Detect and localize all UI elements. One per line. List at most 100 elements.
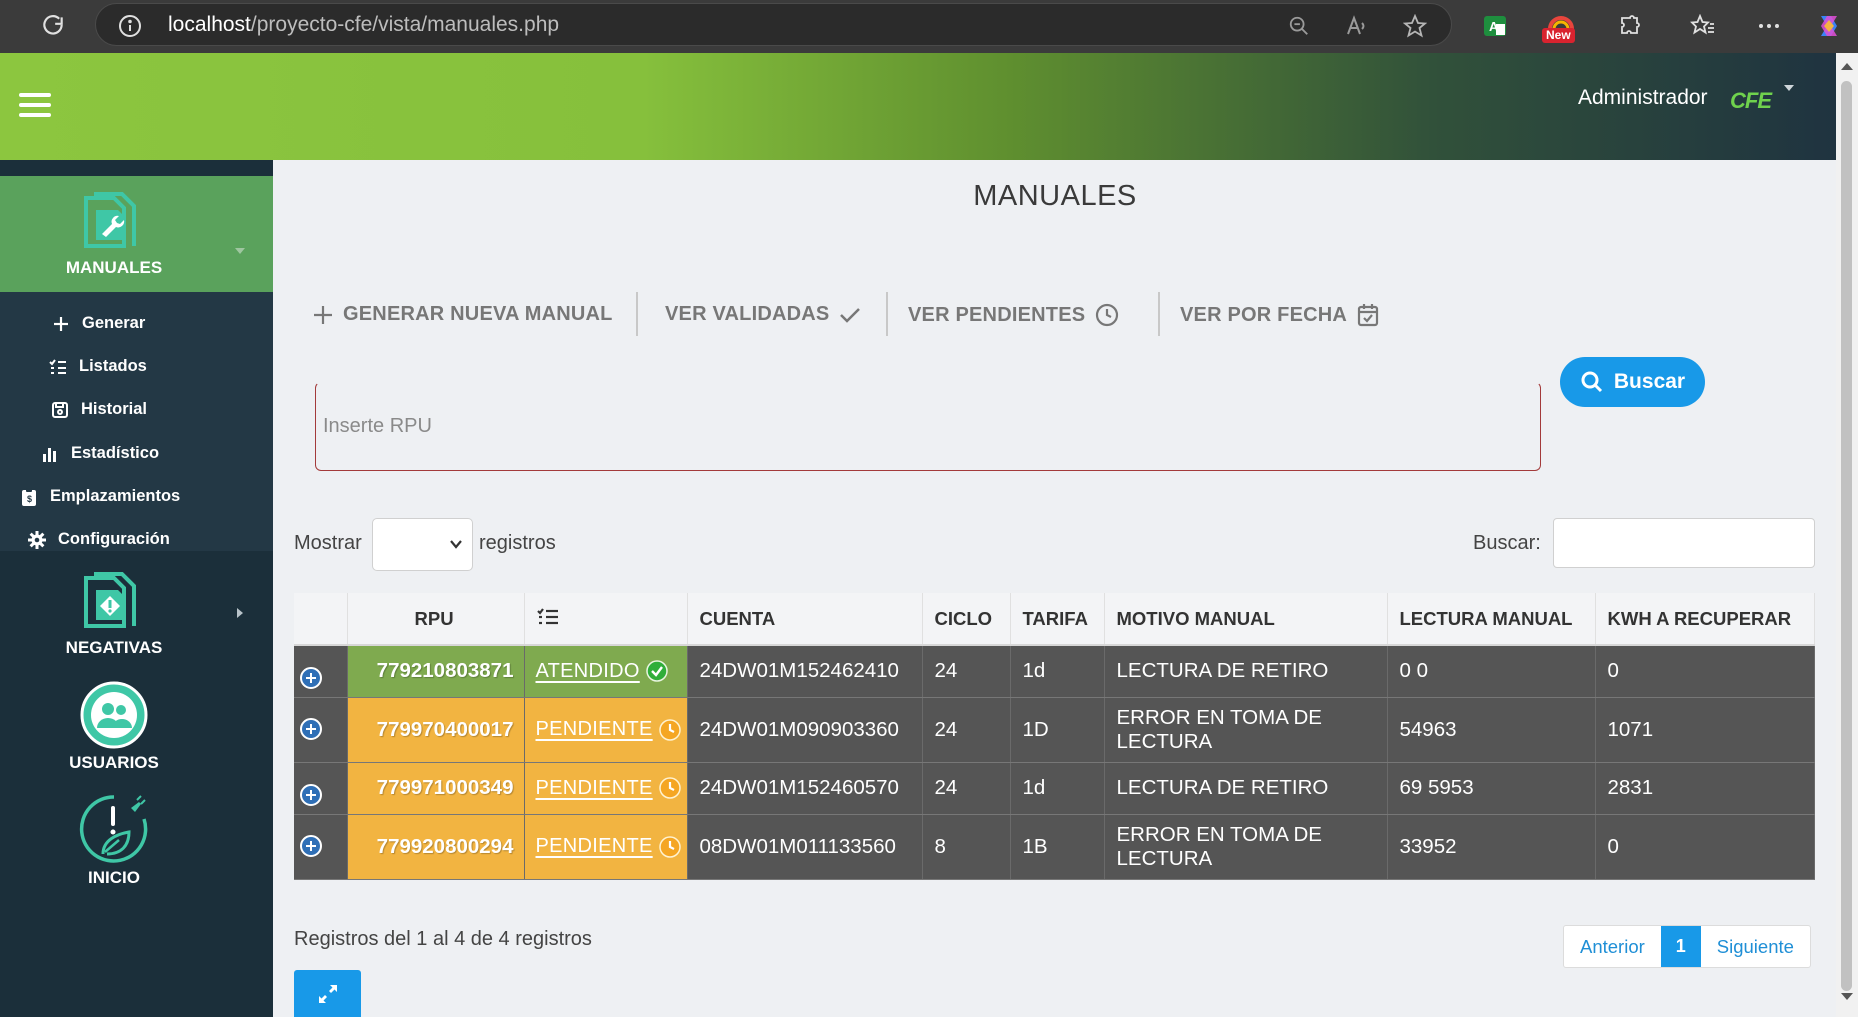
user-menu-caret-icon[interactable] [1784,85,1794,91]
cuenta-cell: 24DW01M090903360 [687,697,923,763]
table-row[interactable]: 779970400017 PENDIENTE 24DW01M090903360 … [294,697,1815,763]
expand-row-icon[interactable] [300,783,322,806]
bar-chart-icon [41,445,59,463]
expand-column-header [294,593,348,646]
address-bar[interactable]: localhost/proyecto-cfe/vista/manuales.ph… [95,3,1452,46]
table-filter-input[interactable] [1553,518,1815,568]
expand-row-icon[interactable] [300,666,322,689]
save-icon [51,401,69,419]
sidebar-item-configuracion[interactable]: Configuración [28,530,170,549]
ver-por-fecha-link[interactable]: VER POR FECHA [1180,303,1379,327]
list-icon [49,358,67,376]
svg-text:$: $ [27,494,32,504]
tarifa-cell: 1d [1010,762,1105,815]
negativas-warning-icon [82,572,140,630]
translate-extension-icon[interactable]: A [1478,9,1512,43]
sidebar-item-listados[interactable]: Listados [49,357,147,376]
url-text[interactable]: localhost/proyecto-cfe/vista/manuales.ph… [168,13,559,37]
column-header-tarifa[interactable]: TARIFA [1010,593,1105,646]
expand-row-icon[interactable] [300,717,322,740]
hamburger-menu-icon[interactable] [19,93,51,119]
scroll-down-arrow-icon[interactable] [1841,993,1853,1000]
sidebar-item-emplazamientos[interactable]: $ Emplazamientos [20,487,180,506]
info-icon[interactable] [118,14,142,38]
expand-cell [294,762,348,815]
pagination-page-1[interactable]: 1 [1660,926,1701,967]
scroll-up-arrow-icon[interactable] [1841,63,1853,70]
motivo-cell: LECTURA DE RETIRO [1104,645,1388,698]
user-name[interactable]: Administrador [1578,86,1708,110]
column-header-cuenta[interactable]: CUENTA [687,593,923,646]
status-label[interactable]: PENDIENTE [536,718,653,741]
kwh-cell: 1071 [1595,697,1815,763]
favorites-list-icon[interactable] [1686,9,1720,43]
status-label[interactable]: PENDIENTE [536,835,653,858]
rpu-search-input[interactable] [315,382,1541,471]
table-row[interactable]: 779920800294 PENDIENTE 08DW01M011133560 … [294,814,1815,880]
column-header-kwh[interactable]: KWH A RECUPERAR [1595,593,1815,646]
expand-fullscreen-button[interactable] [294,970,361,1017]
generar-nueva-manual-label: GENERAR NUEVA MANUAL [343,303,613,325]
status-cell[interactable]: PENDIENTE [524,762,688,815]
sidebar-item-historial[interactable]: Historial [51,400,147,419]
expand-cell [294,697,348,763]
zoom-icon[interactable] [1286,13,1312,39]
url-host: localhost [168,13,251,36]
reload-icon[interactable] [36,9,70,43]
column-header-lectura[interactable]: LECTURA MANUAL [1387,593,1596,646]
ver-por-fecha-label: VER POR FECHA [1180,303,1348,326]
plus-icon [52,315,70,333]
sidebar-item-generar[interactable]: Generar [52,314,145,333]
status-cell[interactable]: ATENDIDO [524,645,688,698]
status-cell[interactable]: PENDIENTE [524,697,688,763]
sidebar-item-negativas[interactable]: NEGATIVAS [0,560,273,670]
rpu-cell: 779210803871 [347,645,525,698]
negativas-caret-icon [237,608,243,618]
column-header-status[interactable] [524,593,688,646]
buscar-button[interactable]: Buscar [1560,357,1705,407]
table-row[interactable]: 779971000349 PENDIENTE 24DW01M152460570 … [294,762,1815,815]
lectura-cell: 0 0 [1387,645,1596,698]
more-menu-icon[interactable] [1752,9,1786,43]
sidebar-item-usuarios[interactable]: USUARIOS [0,680,273,790]
copilot-icon[interactable] [1812,9,1846,43]
page-scrollbar[interactable] [1836,53,1858,1017]
column-header-rpu[interactable]: RPU [347,593,525,646]
sidebar-item-estadistico[interactable]: Estadístico [41,444,159,463]
rpu-cell: 779971000349 [347,762,525,815]
ver-pendientes-link[interactable]: VER PENDIENTES [908,303,1119,327]
cuenta-cell: 24DW01M152462410 [687,645,923,698]
kwh-cell: 2831 [1595,762,1815,815]
buscar-button-label: Buscar [1613,370,1686,393]
generar-nueva-manual-link[interactable]: GENERAR NUEVA MANUAL [313,303,613,326]
column-header-ciclo[interactable]: CICLO [922,593,1011,646]
status-cell[interactable]: PENDIENTE [524,814,688,880]
action-divider [636,292,638,336]
tarifa-cell: 1D [1010,697,1105,763]
status-list-icon [536,608,558,625]
length-prefix-label: Mostrar [294,532,362,554]
manuales-table: RPU CUENTA CICLO TARIFA MOTIVO MANUAL LE… [294,593,1815,880]
cuenta-cell: 08DW01M011133560 [687,814,923,880]
status-label[interactable]: PENDIENTE [536,777,653,800]
clock-pending-icon [658,718,681,741]
pagination-next-button[interactable]: Siguiente [1701,926,1810,967]
column-header-motivo[interactable]: MOTIVO MANUAL [1104,593,1388,646]
ver-validadas-link[interactable]: VER VALIDADAS [665,303,861,326]
status-label[interactable]: ATENDIDO [536,660,640,683]
scroll-thumb[interactable] [1841,81,1852,991]
sidebar-item-manuales[interactable]: MANUALES [0,176,273,292]
eco-energy-icon [79,794,149,864]
table-info-text: Registros del 1 al 4 de 4 registros [294,928,592,950]
pagination-previous-button[interactable]: Anterior [1564,926,1661,967]
expand-row-icon[interactable] [300,834,322,857]
extensions-puzzle-icon[interactable] [1613,9,1647,43]
ciclo-cell: 8 [922,814,1011,880]
records-per-page-select[interactable] [372,518,473,571]
read-aloud-icon[interactable] [1344,13,1370,39]
sidebar-item-inicio[interactable]: INICIO [0,792,273,902]
favorite-star-icon[interactable] [1402,13,1428,39]
sidebar-item-label: Generar [82,314,146,332]
clock-pending-icon [658,777,681,799]
table-row[interactable]: 779210803871 ATENDIDO 24DW01M152462410 2… [294,645,1815,698]
